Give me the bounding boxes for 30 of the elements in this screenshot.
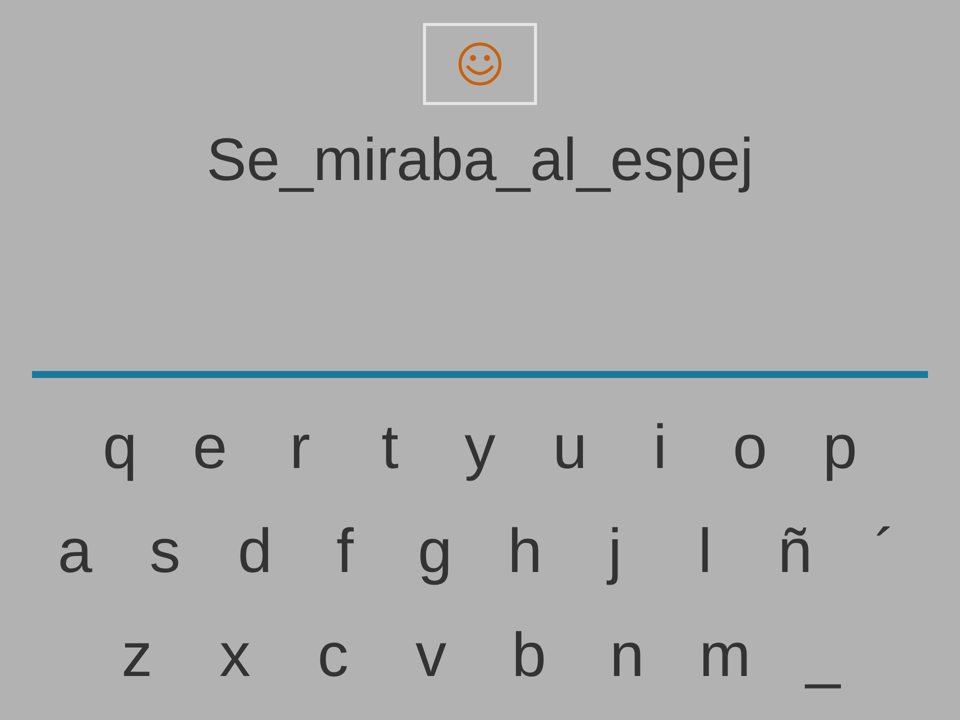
letter-key[interactable]: e — [165, 408, 255, 488]
letter-key[interactable]: v — [382, 616, 480, 696]
letter-key[interactable]: p — [795, 408, 885, 488]
letter-key[interactable]: g — [390, 512, 480, 592]
letter-key[interactable]: q — [75, 408, 165, 488]
letter-key[interactable]: y — [435, 408, 525, 488]
letter-key[interactable]: ´ — [840, 512, 930, 592]
letter-key[interactable]: z — [88, 616, 186, 696]
letter-key[interactable]: u — [525, 408, 615, 488]
letter-key[interactable]: a — [30, 512, 120, 592]
letter-key[interactable]: b — [480, 616, 578, 696]
letter-key[interactable]: r — [255, 408, 345, 488]
letter-key[interactable]: t — [345, 408, 435, 488]
smiley-icon — [457, 41, 503, 87]
letter-key[interactable]: _ — [774, 616, 872, 696]
letter-key[interactable]: h — [480, 512, 570, 592]
letter-key[interactable]: s — [120, 512, 210, 592]
letter-key[interactable]: x — [186, 616, 284, 696]
letter-key[interactable]: f — [300, 512, 390, 592]
letter-key[interactable]: i — [615, 408, 705, 488]
hint-button[interactable] — [423, 23, 537, 105]
letter-key[interactable]: n — [578, 616, 676, 696]
letter-key[interactable]: j — [570, 512, 660, 592]
letter-key[interactable]: ñ — [750, 512, 840, 592]
letter-key[interactable]: d — [210, 512, 300, 592]
letter-key[interactable]: m — [676, 616, 774, 696]
letter-key[interactable]: o — [705, 408, 795, 488]
word-text: Se_miraba_al_espej — [205, 125, 755, 195]
letter-key[interactable]: l — [660, 512, 750, 592]
letter-key[interactable]: c — [284, 616, 382, 696]
